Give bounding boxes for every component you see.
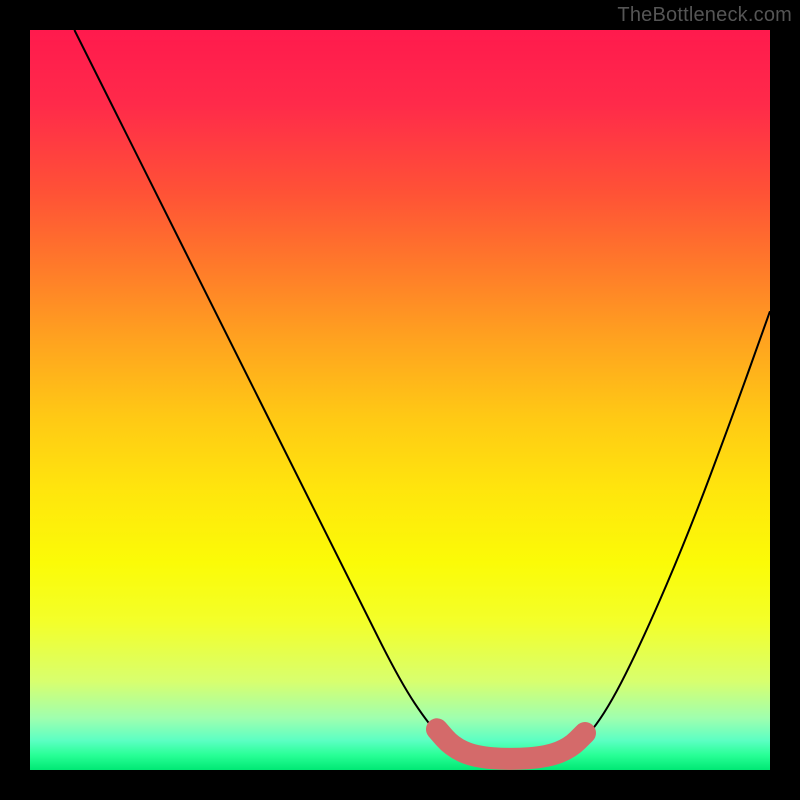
curve-overlay: [30, 30, 770, 770]
bottom-dot: [577, 725, 593, 741]
right-curve: [578, 311, 770, 748]
plot-area: [30, 30, 770, 770]
chart-frame: TheBottleneck.com: [0, 0, 800, 800]
left-curve: [74, 30, 451, 748]
bottom-band: [437, 729, 585, 759]
watermark-text: TheBottleneck.com: [617, 4, 792, 27]
